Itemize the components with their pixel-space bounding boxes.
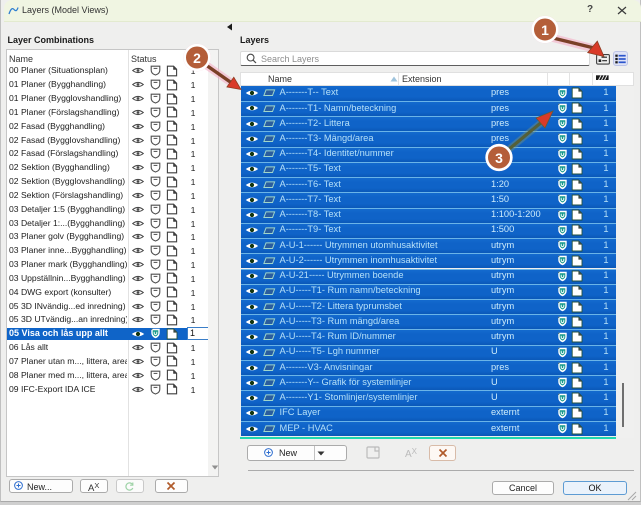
svg-text:3: 3 [495, 150, 503, 166]
svg-text:2: 2 [193, 50, 201, 66]
svg-text:1: 1 [541, 22, 549, 38]
